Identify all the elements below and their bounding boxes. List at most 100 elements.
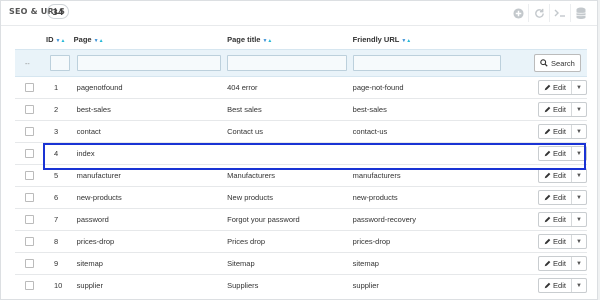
table-row[interactable]: 9 sitemap Sitemap sitemap Edit ▼ xyxy=(15,252,587,275)
cell-page-title: 404 error xyxy=(227,76,353,99)
actions-dropdown-toggle[interactable]: ▼ xyxy=(572,125,586,138)
caret-down-icon: ▼ xyxy=(575,238,582,245)
actions-dropdown-toggle[interactable]: ▼ xyxy=(572,279,586,292)
filter-friendly-url-input[interactable] xyxy=(352,55,501,71)
header-page-label: Page xyxy=(73,34,92,44)
edit-button-group: Edit ▼ xyxy=(538,168,587,183)
caret-down-icon: ▼ xyxy=(575,260,582,267)
pencil-icon xyxy=(544,216,551,223)
edit-button[interactable]: Edit xyxy=(539,125,572,138)
header-page[interactable]: Page ▼▲ xyxy=(74,29,227,50)
edit-button[interactable]: Edit xyxy=(539,103,572,116)
cell-id: 2 xyxy=(45,98,74,121)
count-badge: 34 xyxy=(47,4,69,19)
cell-id: 5 xyxy=(45,164,74,187)
actions-dropdown-toggle[interactable]: ▼ xyxy=(572,147,586,160)
cell-friendly-url xyxy=(352,142,509,165)
row-checkbox[interactable] xyxy=(25,149,34,159)
edit-button[interactable]: Edit xyxy=(539,147,572,160)
edit-label: Edit xyxy=(553,171,566,180)
edit-button[interactable]: Edit xyxy=(539,213,572,226)
sort-friendly-url-icon[interactable]: ▼▲ xyxy=(401,38,411,44)
edit-button[interactable]: Edit xyxy=(539,169,572,182)
actions-dropdown-toggle[interactable]: ▼ xyxy=(572,213,586,226)
actions-dropdown-toggle[interactable]: ▼ xyxy=(572,103,586,116)
header-id[interactable]: ID ▼▲ xyxy=(46,29,74,50)
actions-dropdown-toggle[interactable]: ▼ xyxy=(572,235,586,248)
edit-button[interactable]: Edit xyxy=(539,81,572,94)
filter-id-input[interactable] xyxy=(49,55,70,71)
seo-urls-table: ID ▼▲ Page ▼▲ Page title ▼▲ Friendly URL ▼▲ … xyxy=(15,29,587,296)
add-icon[interactable] xyxy=(508,4,528,22)
table-row[interactable]: 5 manufacturer Manufacturers manufacture… xyxy=(15,164,587,187)
row-checkbox[interactable] xyxy=(25,127,34,137)
edit-button[interactable]: Edit xyxy=(539,279,572,292)
table-row[interactable]: 7 password Forgot your password password… xyxy=(15,208,587,231)
cell-actions: Edit ▼ xyxy=(508,274,587,296)
cell-friendly-url: contact-us xyxy=(352,120,509,143)
cell-page-title: Contact us xyxy=(227,120,353,143)
cell-page-title: Suppliers xyxy=(227,274,353,296)
cell-page: prices-drop xyxy=(73,230,228,253)
row-checkbox[interactable] xyxy=(25,259,34,269)
cell-page-title: Sitemap xyxy=(227,252,353,275)
cell-id: 4 xyxy=(45,142,74,165)
header-page-title[interactable]: Page title ▼▲ xyxy=(227,29,353,50)
edit-button[interactable]: Edit xyxy=(539,191,572,204)
cell-page: pagenotfound xyxy=(73,76,228,99)
actions-dropdown-toggle[interactable]: ▼ xyxy=(572,169,586,182)
cell-page: best-sales xyxy=(73,98,228,121)
terminal-icon[interactable] xyxy=(549,4,570,22)
actions-dropdown-toggle[interactable]: ▼ xyxy=(572,81,586,94)
edit-button-group: Edit ▼ xyxy=(538,234,587,249)
cell-friendly-url: manufacturers xyxy=(352,164,509,187)
cell-friendly-url: supplier xyxy=(352,274,509,296)
table-row[interactable]: 4 index Edit ▼ xyxy=(15,142,587,165)
row-checkbox[interactable] xyxy=(25,281,34,291)
cell-friendly-url: sitemap xyxy=(352,252,509,275)
sort-id-icon[interactable]: ▼▲ xyxy=(55,38,65,44)
edit-button[interactable]: Edit xyxy=(539,235,572,248)
edit-label: Edit xyxy=(553,237,566,246)
header-friendly-url-label: Friendly URL xyxy=(352,34,400,44)
pencil-icon xyxy=(544,172,551,179)
pencil-icon xyxy=(544,150,551,157)
cell-friendly-url: new-products xyxy=(352,186,509,209)
table-row[interactable]: 3 contact Contact us contact-us Edit ▼ xyxy=(15,120,587,143)
header-id-label: ID xyxy=(45,34,54,44)
header-friendly-url[interactable]: Friendly URL ▼▲ xyxy=(353,29,508,50)
pencil-icon xyxy=(544,260,551,267)
sort-page-title-icon[interactable]: ▼▲ xyxy=(262,38,272,44)
table-row[interactable]: 10 supplier Suppliers supplier Edit ▼ xyxy=(15,274,587,296)
cell-page: new-products xyxy=(73,186,228,209)
actions-dropdown-toggle[interactable]: ▼ xyxy=(572,257,586,270)
edit-button[interactable]: Edit xyxy=(539,257,572,270)
row-checkbox[interactable] xyxy=(25,215,34,225)
row-checkbox[interactable] xyxy=(25,193,34,203)
row-checkbox[interactable] xyxy=(25,171,34,181)
cell-page-title: Best sales xyxy=(227,98,353,121)
row-checkbox[interactable] xyxy=(25,83,34,93)
table-row[interactable]: 6 new-products New products new-products… xyxy=(15,186,587,209)
row-checkbox[interactable] xyxy=(25,105,34,115)
cell-id: 6 xyxy=(45,186,74,209)
actions-dropdown-toggle[interactable]: ▼ xyxy=(572,191,586,204)
header-actions-col xyxy=(508,29,587,50)
filter-page-input[interactable] xyxy=(76,55,221,71)
seo-urls-panel: SEO & URLS 34 ID ▼▲ Page ▼▲ Page title ▼▲ xyxy=(0,0,598,300)
table-row[interactable]: 8 prices-drop Prices drop prices-drop Ed… xyxy=(15,230,587,253)
cell-id: 8 xyxy=(45,230,74,253)
table-row[interactable]: 1 pagenotfound 404 error page-not-found … xyxy=(15,76,587,99)
database-icon[interactable] xyxy=(570,4,591,22)
refresh-icon[interactable] xyxy=(528,4,549,22)
cell-friendly-url: page-not-found xyxy=(352,76,509,99)
search-button[interactable]: Search xyxy=(534,54,581,72)
edit-label: Edit xyxy=(553,215,566,224)
caret-down-icon: ▼ xyxy=(575,194,582,201)
edit-label: Edit xyxy=(553,149,566,158)
sort-page-icon[interactable]: ▼▲ xyxy=(94,38,104,44)
row-checkbox[interactable] xyxy=(25,237,34,247)
cell-id: 3 xyxy=(45,120,74,143)
table-row[interactable]: 2 best-sales Best sales best-sales Edit … xyxy=(15,98,587,121)
filter-page-title-input[interactable] xyxy=(227,55,348,71)
